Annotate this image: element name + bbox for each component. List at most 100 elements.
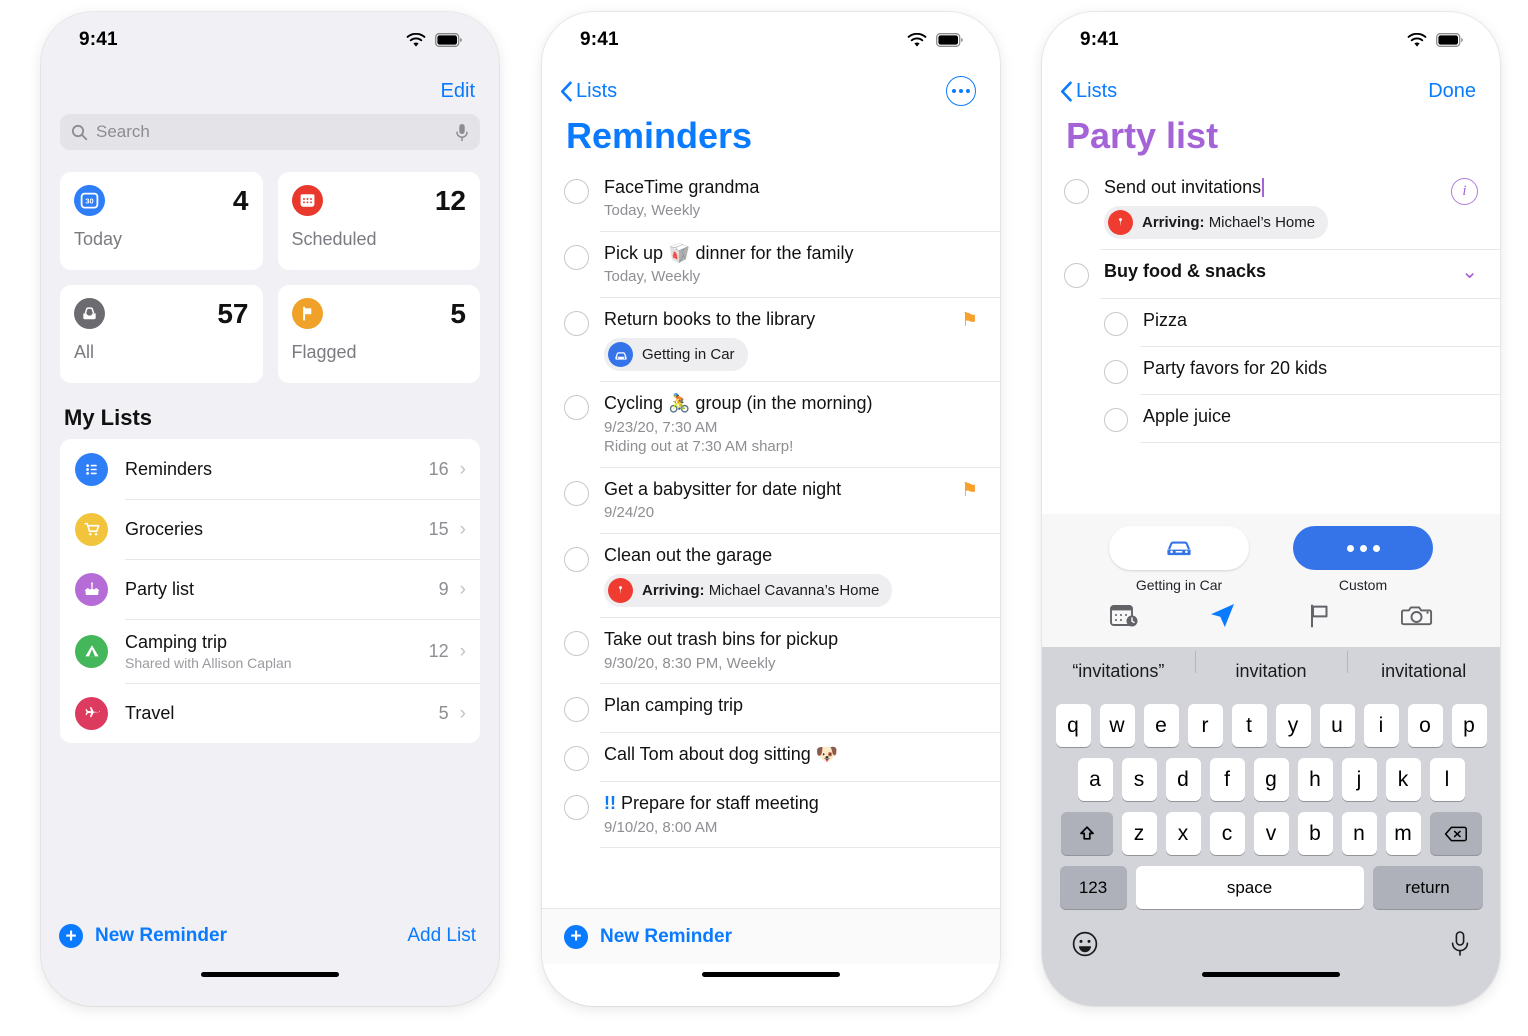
key-u[interactable]: u	[1319, 704, 1355, 747]
key-a[interactable]: a	[1077, 758, 1113, 801]
key-s[interactable]: s	[1121, 758, 1157, 801]
suggestion-item[interactable]: invitation	[1194, 650, 1348, 682]
key-t[interactable]: t	[1231, 704, 1267, 747]
party-item-row-editing[interactable]: Send out invitations Arriving: Michael’s…	[1042, 166, 1500, 251]
key-d[interactable]: d	[1165, 758, 1201, 801]
return-key[interactable]: return	[1372, 866, 1483, 909]
key-f[interactable]: f	[1209, 758, 1245, 801]
suggestion-item[interactable]: “invitations”	[1042, 661, 1195, 682]
reminder-row[interactable]: Take out trash bins for pickup 9/30/20, …	[542, 618, 1000, 685]
reminder-row[interactable]: FaceTime grandma Today, Weekly	[542, 166, 1000, 232]
key-p[interactable]: p	[1451, 704, 1487, 747]
search-bar[interactable]: Search	[60, 114, 480, 150]
ellipsis-icon	[1293, 526, 1433, 570]
list-item-party-list[interactable]: Party list 9 ›	[60, 559, 480, 619]
complete-circle-icon[interactable]	[1104, 360, 1128, 385]
reminder-row[interactable]: !! Prepare for staff meeting 9/10/20, 8:…	[542, 782, 1000, 849]
keyboard-area: Getting in Car Custom “invitations” invi…	[1042, 514, 1500, 964]
numbers-key[interactable]: 123	[1059, 866, 1127, 909]
complete-circle-icon[interactable]	[1104, 312, 1128, 337]
smart-card-today[interactable]: 30 4 Today	[60, 172, 263, 270]
party-item-title[interactable]: Send out invitations	[1104, 176, 1451, 199]
complete-circle-icon[interactable]	[564, 395, 589, 421]
complete-circle-icon[interactable]	[564, 178, 589, 204]
party-subitem-row[interactable]: Pizza	[1042, 299, 1500, 348]
complete-circle-icon[interactable]	[1064, 263, 1089, 289]
key-i[interactable]: i	[1363, 704, 1399, 747]
suggestion-item[interactable]: invitational	[1347, 650, 1500, 682]
key-j[interactable]: j	[1341, 758, 1377, 801]
list-item-reminders[interactable]: Reminders 16 ›	[60, 439, 480, 499]
location-arrow-icon[interactable]	[1207, 601, 1239, 631]
done-button[interactable]: Done	[1428, 80, 1476, 103]
key-w[interactable]: w	[1099, 704, 1135, 747]
microphone-icon[interactable]	[1449, 930, 1471, 958]
list-item-name: Groceries	[125, 518, 204, 539]
add-list-button[interactable]: Add List	[407, 925, 476, 947]
calendar-clock-icon[interactable]	[1109, 602, 1141, 630]
key-y[interactable]: y	[1275, 704, 1311, 747]
complete-circle-icon[interactable]	[564, 795, 589, 821]
shift-icon[interactable]	[1060, 812, 1113, 855]
chevron-down-icon[interactable]: ⌄	[1461, 262, 1478, 288]
key-n[interactable]: n	[1341, 812, 1377, 855]
list-item-groceries[interactable]: Groceries 15 ›	[60, 499, 480, 559]
key-r[interactable]: r	[1187, 704, 1223, 747]
backspace-icon[interactable]	[1429, 812, 1482, 855]
edit-button[interactable]: Edit	[441, 80, 475, 103]
emoji-icon[interactable]	[1071, 930, 1099, 958]
party-subitem-row[interactable]: Apple juice	[1042, 395, 1500, 444]
key-o[interactable]: o	[1407, 704, 1443, 747]
reminder-row[interactable]: Plan camping trip	[542, 684, 1000, 734]
new-reminder-button[interactable]: + New Reminder	[564, 924, 732, 949]
party-item-row-group[interactable]: Buy food & snacks ⌄	[1042, 250, 1500, 300]
quick-action-getting-in-car[interactable]: Getting in Car	[1109, 526, 1249, 593]
complete-circle-icon[interactable]	[564, 310, 589, 336]
reminder-row[interactable]: Return books to the library Getting in C…	[542, 298, 1000, 383]
back-to-lists-button[interactable]: Lists	[1060, 80, 1117, 103]
smart-card-scheduled[interactable]: 12 Scheduled	[277, 172, 480, 270]
key-c[interactable]: c	[1209, 812, 1245, 855]
party-subitem-row[interactable]: Party favors for 20 kids	[1042, 347, 1500, 396]
key-z[interactable]: z	[1121, 812, 1157, 855]
key-g[interactable]: g	[1253, 758, 1289, 801]
complete-circle-icon[interactable]	[564, 244, 589, 270]
smart-card-all[interactable]: 57 All	[60, 285, 263, 383]
back-to-lists-button[interactable]: Lists	[560, 80, 617, 103]
smart-card-flagged[interactable]: 5 Flagged	[277, 285, 480, 383]
list-item-camping-trip[interactable]: Camping trip Shared with Allison Caplan …	[60, 619, 480, 683]
reminder-row[interactable]: Get a babysitter for date night 9/24/20 …	[542, 468, 1000, 534]
quick-action-custom[interactable]: Custom	[1293, 526, 1433, 593]
ellipsis-circle-icon[interactable]	[946, 76, 976, 106]
reminder-row[interactable]: Pick up 🥡 dinner for the family Today, W…	[542, 232, 1000, 298]
key-m[interactable]: m	[1385, 812, 1421, 855]
microphone-icon[interactable]	[455, 123, 469, 142]
complete-circle-icon[interactable]	[1104, 408, 1128, 433]
key-k[interactable]: k	[1385, 758, 1421, 801]
complete-circle-icon[interactable]	[564, 546, 589, 572]
complete-circle-icon[interactable]	[564, 746, 589, 772]
info-circle-icon[interactable]: i	[1451, 177, 1478, 205]
key-l[interactable]: l	[1429, 758, 1465, 801]
key-b[interactable]: b	[1297, 812, 1333, 855]
camera-icon[interactable]	[1401, 602, 1433, 630]
reminder-row[interactable]: Cycling 🚴 group (in the morning) 9/23/20…	[542, 382, 1000, 468]
flag-outline-icon[interactable]	[1305, 602, 1335, 630]
reminder-row[interactable]: Call Tom about dog sitting 🐶	[542, 733, 1000, 783]
key-e[interactable]: e	[1143, 704, 1179, 747]
space-key[interactable]: space	[1135, 866, 1364, 909]
complete-circle-icon[interactable]	[564, 480, 589, 506]
battery-icon	[1436, 33, 1464, 47]
complete-circle-icon[interactable]	[564, 697, 589, 723]
search-input[interactable]: Search	[96, 122, 447, 142]
new-reminder-button[interactable]: + New Reminder	[59, 924, 227, 948]
reminder-title: !! Prepare for staff meeting	[604, 792, 978, 815]
complete-circle-icon[interactable]	[564, 631, 589, 657]
key-q[interactable]: q	[1055, 704, 1091, 747]
list-item-travel[interactable]: Travel 5 ›	[60, 683, 480, 743]
key-v[interactable]: v	[1253, 812, 1289, 855]
reminder-row[interactable]: Clean out the garage Arriving: Michael C…	[542, 534, 1000, 619]
key-x[interactable]: x	[1165, 812, 1201, 855]
complete-circle-icon[interactable]	[1064, 178, 1089, 204]
key-h[interactable]: h	[1297, 758, 1333, 801]
